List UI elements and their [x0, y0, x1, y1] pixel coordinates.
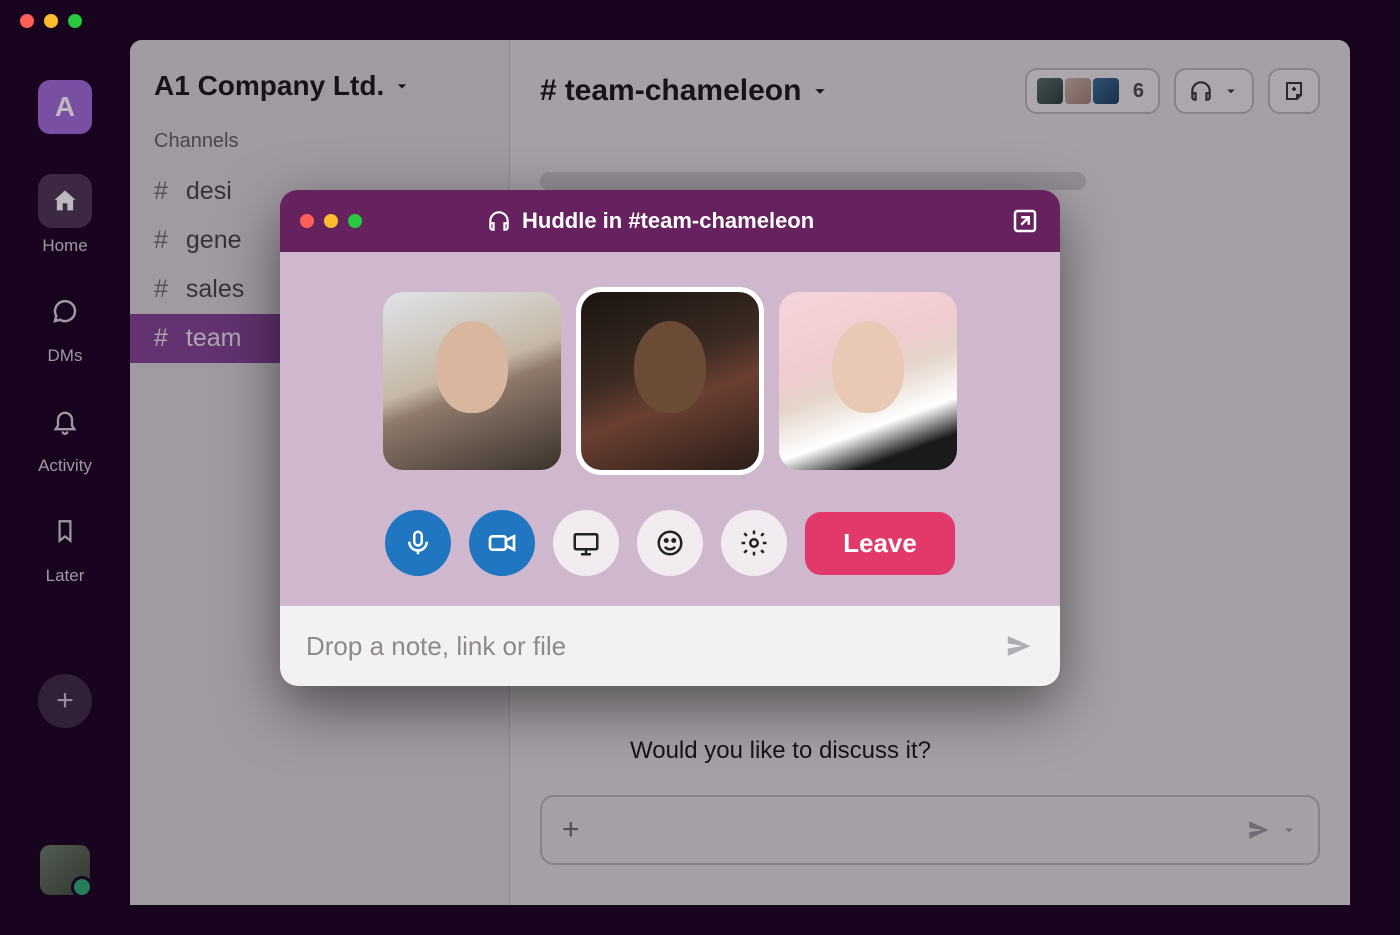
rail-label: Activity [38, 456, 92, 476]
huddle-controls: Leave [370, 510, 970, 576]
skeleton-line [540, 172, 1086, 190]
huddle-window: Huddle in #team-chameleon [280, 190, 1060, 686]
chevron-down-icon [392, 76, 412, 96]
participant-grid [370, 292, 970, 470]
rail-label: Later [46, 566, 85, 586]
hash-icon: # [540, 74, 557, 108]
bookmark-icon [38, 504, 92, 558]
video-icon [486, 527, 518, 559]
member-count: 6 [1127, 80, 1144, 103]
rail-label: Home [42, 236, 87, 256]
member-avatar [1035, 76, 1065, 106]
channel-name: desi [186, 177, 232, 206]
message-text: Would you like to discuss it? [630, 737, 931, 765]
mute-button[interactable] [385, 510, 451, 576]
rail-activity[interactable]: Activity [38, 394, 92, 476]
note-send-button[interactable] [1004, 631, 1034, 661]
chevron-down-icon [809, 80, 831, 102]
channel-header: # team-chameleon 6 [510, 40, 1350, 142]
channels-section-label: Channels [130, 130, 509, 167]
huddle-note-input[interactable]: Drop a note, link or file [280, 606, 1060, 686]
reactions-button[interactable] [637, 510, 703, 576]
participant-tile-speaking[interactable] [581, 292, 759, 470]
workspace-menu[interactable]: A1 Company Ltd. [130, 70, 509, 130]
message-composer[interactable]: + [540, 795, 1320, 865]
send-icon[interactable] [1246, 817, 1272, 843]
participant-tile[interactable] [383, 292, 561, 470]
member-avatar [1063, 76, 1093, 106]
channel-name: sales [186, 275, 244, 304]
rail-label: DMs [48, 346, 83, 366]
channel-name: team [186, 324, 242, 353]
attach-button[interactable]: + [562, 813, 580, 847]
huddle-titlebar[interactable]: Huddle in #team-chameleon [280, 190, 1060, 252]
member-avatar [1091, 76, 1121, 106]
workspace-name-text: A1 Company Ltd. [154, 70, 384, 102]
workspace-switcher[interactable]: A [38, 80, 92, 134]
settings-button[interactable] [721, 510, 787, 576]
hash-icon: # [154, 324, 168, 353]
canvas-button[interactable] [1268, 68, 1320, 114]
huddle-title: Huddle in #team-chameleon [486, 208, 814, 234]
close-window-button[interactable] [20, 14, 34, 28]
emoji-icon [655, 528, 685, 558]
zoom-window-button[interactable] [68, 14, 82, 28]
huddle-close-button[interactable] [300, 214, 314, 228]
camera-button[interactable] [469, 510, 535, 576]
window-traffic-lights[interactable] [20, 14, 82, 28]
rail-later[interactable]: Later [38, 504, 92, 586]
hash-icon: # [154, 177, 168, 206]
note-plus-icon [1282, 79, 1306, 103]
channel-members-button[interactable]: 6 [1025, 68, 1160, 114]
expand-icon [1010, 206, 1040, 236]
huddle-minimize-button[interactable] [324, 214, 338, 228]
workspace-initial: A [55, 91, 75, 123]
gear-icon [739, 528, 769, 558]
chevron-down-icon [1222, 82, 1240, 100]
minimize-window-button[interactable] [44, 14, 58, 28]
huddle-zoom-button[interactable] [348, 214, 362, 228]
send-icon [1004, 631, 1034, 661]
huddle-title-text: Huddle in #team-chameleon [522, 208, 814, 234]
app-rail: A Home DMs Activity Later + [0, 0, 130, 935]
headphones-icon [486, 208, 512, 234]
rail-home[interactable]: Home [38, 174, 92, 256]
participant-tile[interactable] [779, 292, 957, 470]
huddle-body: Leave [280, 252, 1060, 606]
user-avatar[interactable] [40, 845, 90, 895]
note-placeholder: Drop a note, link or file [306, 631, 566, 662]
leave-button[interactable]: Leave [805, 512, 955, 575]
channel-title[interactable]: # team-chameleon [540, 74, 831, 108]
home-icon [38, 174, 92, 228]
hash-icon: # [154, 226, 168, 255]
bell-icon [38, 394, 92, 448]
channel-name: gene [186, 226, 242, 255]
channel-title-text: team-chameleon [565, 74, 802, 108]
microphone-icon [403, 528, 433, 558]
rail-add-button[interactable]: + [38, 674, 92, 728]
share-screen-button[interactable] [553, 510, 619, 576]
rail-dms[interactable]: DMs [38, 284, 92, 366]
hash-icon: # [154, 275, 168, 304]
huddle-toggle-button[interactable] [1174, 68, 1254, 114]
screen-share-icon [571, 528, 601, 558]
huddle-expand-button[interactable] [1010, 206, 1040, 236]
chevron-down-icon[interactable] [1280, 821, 1298, 839]
dms-icon [38, 284, 92, 338]
headphones-icon [1188, 78, 1214, 104]
